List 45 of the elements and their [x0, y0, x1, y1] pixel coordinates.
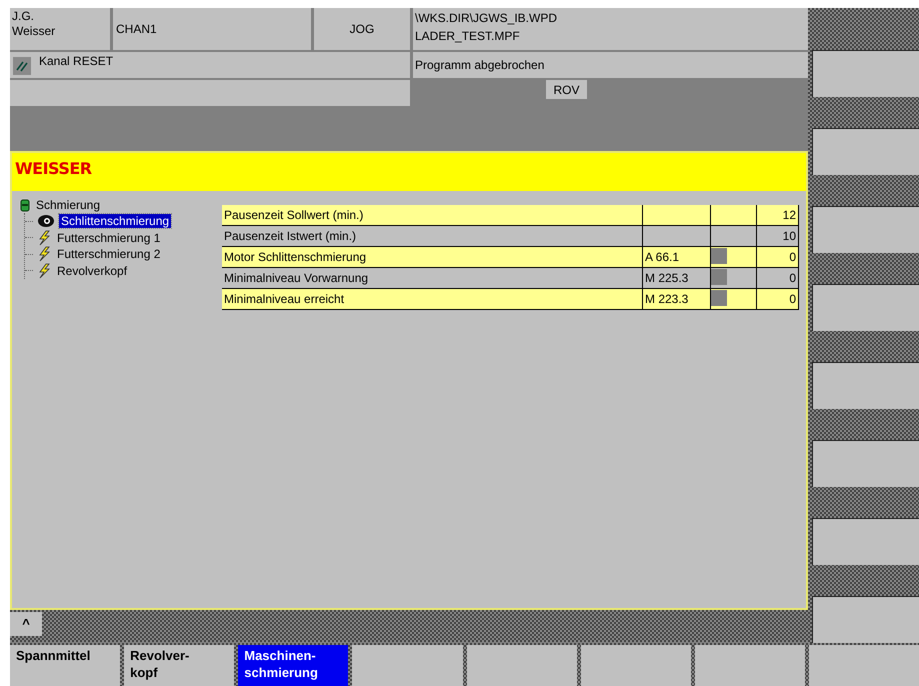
reset-icon [13, 57, 31, 75]
signal-address: M 223.3 [645, 292, 688, 306]
parameter-label: Pausenzeit Istwert (min.) [223, 228, 358, 245]
vertical-softkey[interactable] [812, 596, 919, 643]
rov-indicator: ROV [546, 80, 586, 99]
parameter-value: 0 [756, 289, 799, 309]
tree-item[interactable]: Futterschmierung 1 [55, 230, 162, 245]
oil-can-icon [20, 198, 30, 212]
tree-item[interactable]: Schmierung [34, 198, 102, 212]
lightning-icon [37, 262, 51, 279]
softkey[interactable]: Spannmittel [10, 645, 120, 686]
eye-icon [37, 213, 55, 230]
mode-label: JOG [314, 8, 410, 50]
signal-address: M 225.3 [645, 271, 688, 285]
vertical-softkey[interactable] [812, 284, 919, 331]
softkey[interactable]: Revolver- kopf [124, 645, 234, 686]
channel-name: CHAN1 [113, 8, 311, 50]
softkey[interactable]: Maschinen- schmierung [238, 645, 348, 686]
panel-title: WEISSER [12, 153, 806, 191]
channel-status: Kanal RESET [39, 54, 114, 68]
parameter-label: Motor Schlittenschmierung [223, 249, 368, 266]
vertical-softkey[interactable] [812, 440, 919, 487]
lightning-icon [37, 246, 51, 262]
parameter-label: Minimalniveau erreicht [223, 291, 346, 308]
vertical-softkey[interactable] [812, 362, 919, 409]
vertical-softkey[interactable] [812, 128, 919, 175]
vertical-softkey[interactable] [812, 206, 919, 253]
program-status: Programm abgebrochen [413, 52, 808, 78]
program-file: LADER_TEST.MPF [415, 28, 521, 45]
vertical-softkey[interactable] [812, 518, 919, 565]
lightning-icon [37, 230, 51, 246]
parameter-value: 0 [756, 268, 799, 288]
tree-item[interactable]: Revolverkopf [55, 264, 130, 278]
program-path: \WKS.DIR\JGWS_IB.WPD [415, 10, 558, 27]
parameter-label: Pausenzeit Sollwert (min.) [223, 207, 364, 224]
vertical-softkey[interactable] [812, 50, 919, 97]
tree-item[interactable]: Schlittenschmierung [59, 214, 172, 228]
tree-item[interactable]: Futterschmierung 2 [55, 247, 162, 262]
signal-address: A 66.1 [645, 250, 680, 264]
machine-name: J.G. Weisser [10, 8, 110, 50]
parameter-value: 12 [756, 205, 799, 225]
parameter-value: 10 [756, 226, 799, 246]
scroll-up-button[interactable]: ^ [10, 612, 42, 636]
parameter-value: 0 [756, 247, 799, 267]
parameter-label: Minimalniveau Vorwarnung [223, 270, 370, 287]
